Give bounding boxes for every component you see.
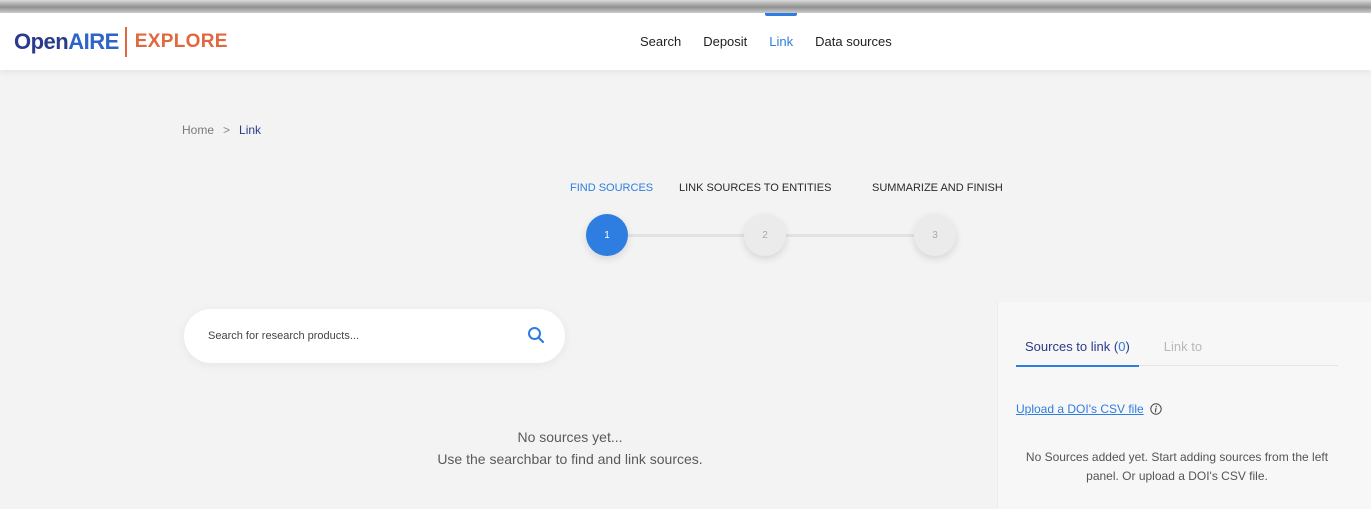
breadcrumb-home[interactable]: Home [182,123,214,137]
empty-state-line-1: No sources yet... [517,429,623,445]
empty-state-message: No sources yet... Use the searchbar to f… [300,426,840,470]
nav-item-link[interactable]: Link [765,13,797,70]
step-3-label: SUMMARIZE AND FINISH [872,182,1003,194]
tab-sources-close: ) [1125,338,1130,354]
nav-item-data-sources[interactable]: Data sources [815,13,892,70]
panel-empty-message: No Sources added yet. Start adding sourc… [1025,450,1329,483]
logo-explore-text: EXPLORE [134,31,228,52]
logo-divider [124,27,127,57]
search-icon[interactable] [527,326,545,344]
openaire-explore-logo[interactable]: Open AIRE EXPLORE [14,27,228,57]
empty-state-line-2: Use the searchbar to find and link sourc… [437,451,703,467]
sources-panel: Sources to link (0) Link to Upload a DOI… [997,302,1371,509]
main-nav: Search Deposit Link Data sources [640,13,914,70]
logo-open-text: Open [14,29,69,54]
step-connector-2 [785,234,917,237]
upload-csv-link[interactable]: Upload a DOI's CSV file [1016,402,1144,416]
breadcrumb-current: Link [239,123,262,137]
upload-row: Upload a DOI's CSV file [1016,402,1162,416]
search-bar [184,309,565,363]
step-1-label: FIND SOURCES [570,182,654,194]
tab-link-to[interactable]: Link to [1164,326,1202,366]
top-navbar: Open AIRE EXPLORE Search Deposit Link Da… [0,13,1371,70]
step-1-circle[interactable]: 1 [586,214,628,256]
logo-aire-text: AIRE [68,29,119,54]
breadcrumb-separator: > [223,123,231,137]
browser-top-strip [0,0,1371,13]
tab-sources-count: 0 [1118,338,1126,354]
step-connector-1 [628,234,748,237]
info-icon[interactable] [1149,403,1162,415]
nav-item-search[interactable]: Search [640,13,681,70]
nav-item-deposit[interactable]: Deposit [703,13,747,70]
panel-tabs: Sources to link (0) Link to [1016,326,1338,367]
search-input[interactable] [208,330,508,342]
step-3-circle[interactable]: 3 [914,214,956,256]
step-2-circle[interactable]: 2 [744,214,786,256]
tab-sources-to-link[interactable]: Sources to link (0) [1016,326,1139,367]
step-2-label: LINK SOURCES TO ENTITIES [679,182,832,194]
tab-sources-label: Sources to link ( [1025,338,1119,354]
breadcrumb: Home > Link [182,123,261,137]
